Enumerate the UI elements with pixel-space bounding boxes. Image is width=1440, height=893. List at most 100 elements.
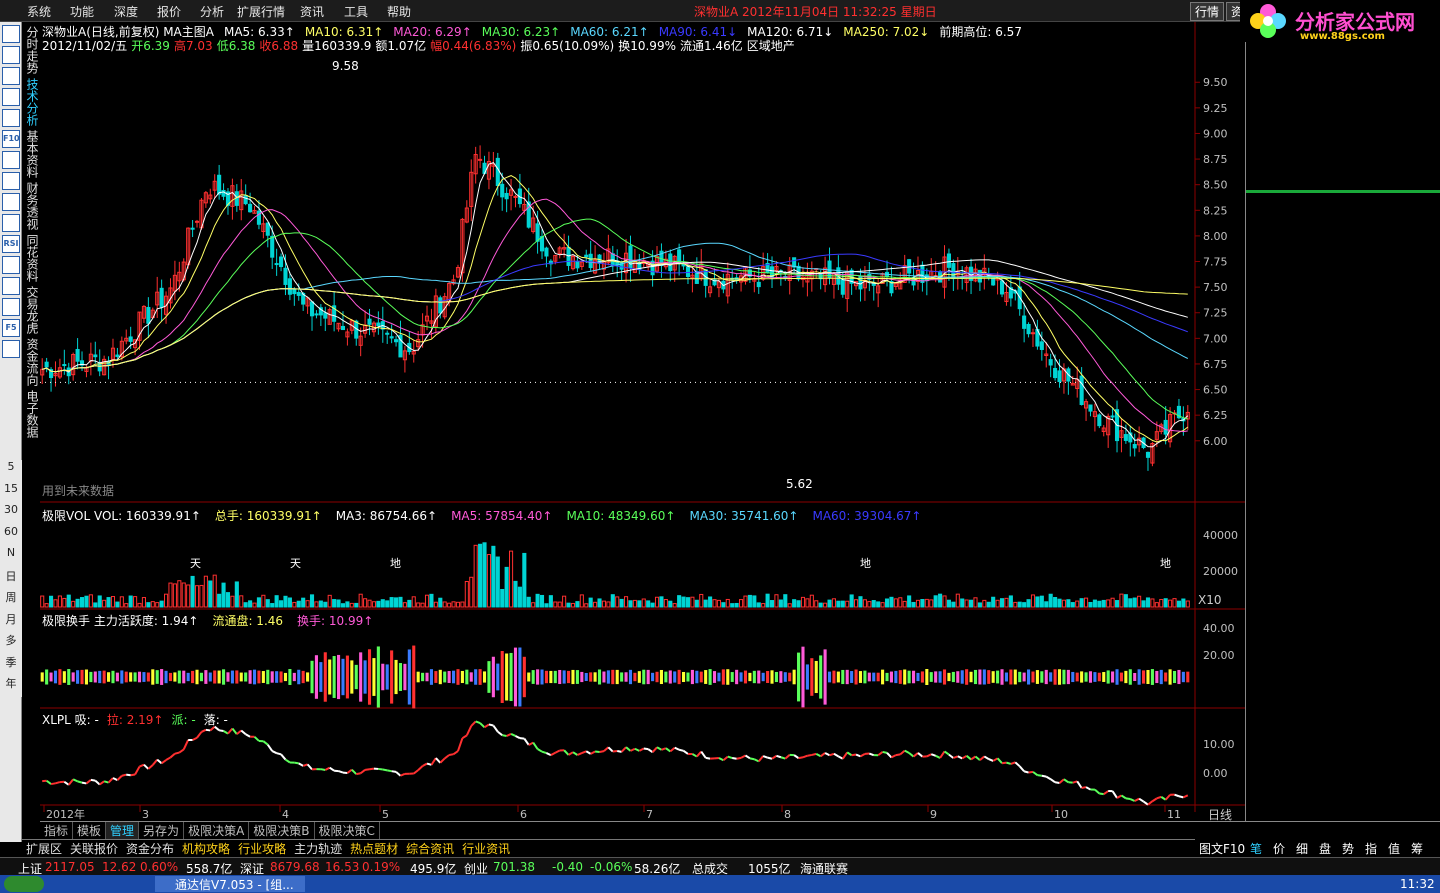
sound-icon[interactable] (2, 340, 20, 358)
status-item-12: -0.40 (552, 860, 584, 874)
volume-bar (884, 598, 890, 608)
indicator-tab-0[interactable]: 指标 (40, 822, 74, 839)
indicator-tab-6[interactable]: 极限决策C (315, 822, 380, 839)
f5-icon[interactable]: F5 (2, 319, 20, 337)
ext-tab-5[interactable]: 主力轨迹 (290, 840, 346, 857)
turnover-bar (690, 669, 694, 685)
volume-bar (840, 600, 845, 608)
ext-tab-3[interactable]: 机构攻略 (178, 840, 234, 857)
turnover-bar (527, 672, 531, 682)
indicator-tab-3[interactable]: 另存为 (139, 822, 185, 839)
tick-row-4 (1246, 570, 1440, 588)
ext-tab-4[interactable]: 行业攻略 (234, 840, 290, 857)
menu-analysis[interactable]: 分析 (200, 3, 224, 20)
tick-tab-5[interactable]: 指 (1365, 840, 1377, 857)
ext-tab-7[interactable]: 综合资讯 (402, 840, 458, 857)
ext-tab-8[interactable]: 行业资讯 (458, 840, 514, 857)
xlpl-segment (492, 724, 499, 733)
indicator-tab-1[interactable]: 模板 (73, 822, 107, 839)
tick-tab-0[interactable]: 笔 (1250, 840, 1262, 857)
menu-quote[interactable]: 报价 (157, 3, 181, 20)
period-4[interactable]: N (0, 546, 22, 568)
indicator-tab-2[interactable]: 管理 (106, 822, 140, 839)
menu-help[interactable]: 帮助 (387, 3, 411, 20)
tick-tab-4[interactable]: 势 (1342, 840, 1354, 857)
ask-row-0 (1246, 100, 1440, 118)
ext-tab-2[interactable]: 资金分布 (122, 840, 178, 857)
volume-bar (495, 556, 500, 608)
indicator-tab-5[interactable]: 极限决策B (249, 822, 315, 839)
vtab-7[interactable]: 电子数据 (24, 390, 39, 438)
fiz-icon[interactable] (2, 172, 20, 190)
turnover-bar (717, 672, 721, 682)
candle-body (999, 280, 1005, 295)
turnover-bar (177, 670, 181, 684)
tick-tab-6[interactable]: 值 (1388, 840, 1400, 857)
vtab-2[interactable]: 基本资料 (24, 130, 39, 178)
menu-system[interactable]: 系统 (27, 3, 51, 20)
formula-icon[interactable] (2, 193, 20, 211)
stat-row-0 (1246, 287, 1440, 305)
vtab-5[interactable]: 交易龙虎 (24, 286, 39, 334)
turnover-bar (337, 654, 341, 700)
f10-icon[interactable]: F10 (2, 130, 20, 148)
period-6[interactable]: 周 (0, 589, 22, 611)
xlpl-segment (1116, 794, 1122, 799)
search-icon[interactable] (2, 214, 20, 232)
menu-tools[interactable]: 工具 (344, 3, 368, 20)
period-5[interactable]: 日 (0, 567, 22, 589)
menu-function[interactable]: 功能 (70, 3, 94, 20)
kline-chart-area[interactable]: 9.50 9.25 9.00 8.75 8.50 8.25 8.00 7.75 7.50 7.25… (40, 22, 1245, 822)
move-icon[interactable] (2, 277, 20, 295)
vtab-3[interactable]: 财务透视 (24, 182, 39, 230)
menu-ext-market[interactable]: 扩展行情 (237, 3, 285, 20)
xlpl-segment (205, 728, 211, 732)
volume-bar (1048, 593, 1053, 608)
check-icon[interactable] (2, 298, 20, 316)
ext-tab-1[interactable]: 关联报价 (66, 840, 122, 857)
ext-tab-6[interactable]: 热点题材 (346, 840, 402, 857)
turnover-bar (571, 669, 575, 685)
grid-icon[interactable] (2, 46, 20, 64)
period-9[interactable]: 季 (0, 653, 22, 675)
money-icon[interactable] (2, 256, 20, 274)
ext-tab-0[interactable]: 扩展区 (22, 840, 66, 857)
candle-body (504, 192, 509, 200)
turnover-bar (421, 672, 425, 682)
period-3[interactable]: 60 (0, 524, 22, 546)
vtab-0[interactable]: 分时走势 (24, 26, 39, 74)
tick-tab-2[interactable]: 细 (1296, 840, 1308, 857)
taskbar-app[interactable]: 通达信V7.053 - [组... (155, 876, 305, 892)
menu-news[interactable]: 资讯 (300, 3, 324, 20)
menu-depth[interactable]: 深度 (114, 3, 138, 20)
list-icon[interactable] (2, 25, 20, 43)
tick-tab-7[interactable]: 筹 (1411, 840, 1423, 857)
period-2[interactable]: 30 (0, 503, 22, 525)
quote-mode-button[interactable]: 行情 (1190, 2, 1225, 21)
stat-row-4 (1246, 363, 1440, 381)
period-0[interactable]: 5 (0, 460, 22, 482)
tick-tab-3[interactable]: 盘 (1319, 840, 1331, 857)
start-button[interactable] (4, 876, 44, 892)
xlpl-segment (294, 761, 299, 765)
period-1[interactable]: 15 (0, 481, 22, 503)
vtab-1[interactable]: 技术分析 (24, 78, 39, 126)
volume-bar (1168, 599, 1173, 608)
period-10[interactable]: 年 (0, 675, 22, 697)
f10-button[interactable]: 图文F10 (1199, 840, 1245, 857)
line-chart-icon[interactable] (2, 67, 20, 85)
period-7[interactable]: 月 (0, 610, 22, 632)
xlpl-segment (952, 755, 959, 759)
chart-svg[interactable]: 9.50 9.25 9.00 8.75 8.50 8.25 8.00 7.75 7.50 7.25… (40, 22, 1245, 822)
indicator-tab-4[interactable]: 极限决策A (184, 822, 250, 839)
filter-icon[interactable] (2, 151, 20, 169)
report-icon[interactable] (2, 109, 20, 127)
volume-bar (137, 602, 142, 608)
tick-tab-1[interactable]: 价 (1273, 840, 1285, 857)
vtab-6[interactable]: 资金流向 (24, 338, 39, 386)
candle-chart-icon[interactable] (2, 88, 20, 106)
vtab-4[interactable]: 同花资料 (24, 234, 39, 282)
date-label-8: 10 (1054, 808, 1068, 821)
period-8[interactable]: 多 (0, 632, 22, 654)
rsi-icon[interactable]: RSI (2, 235, 20, 253)
